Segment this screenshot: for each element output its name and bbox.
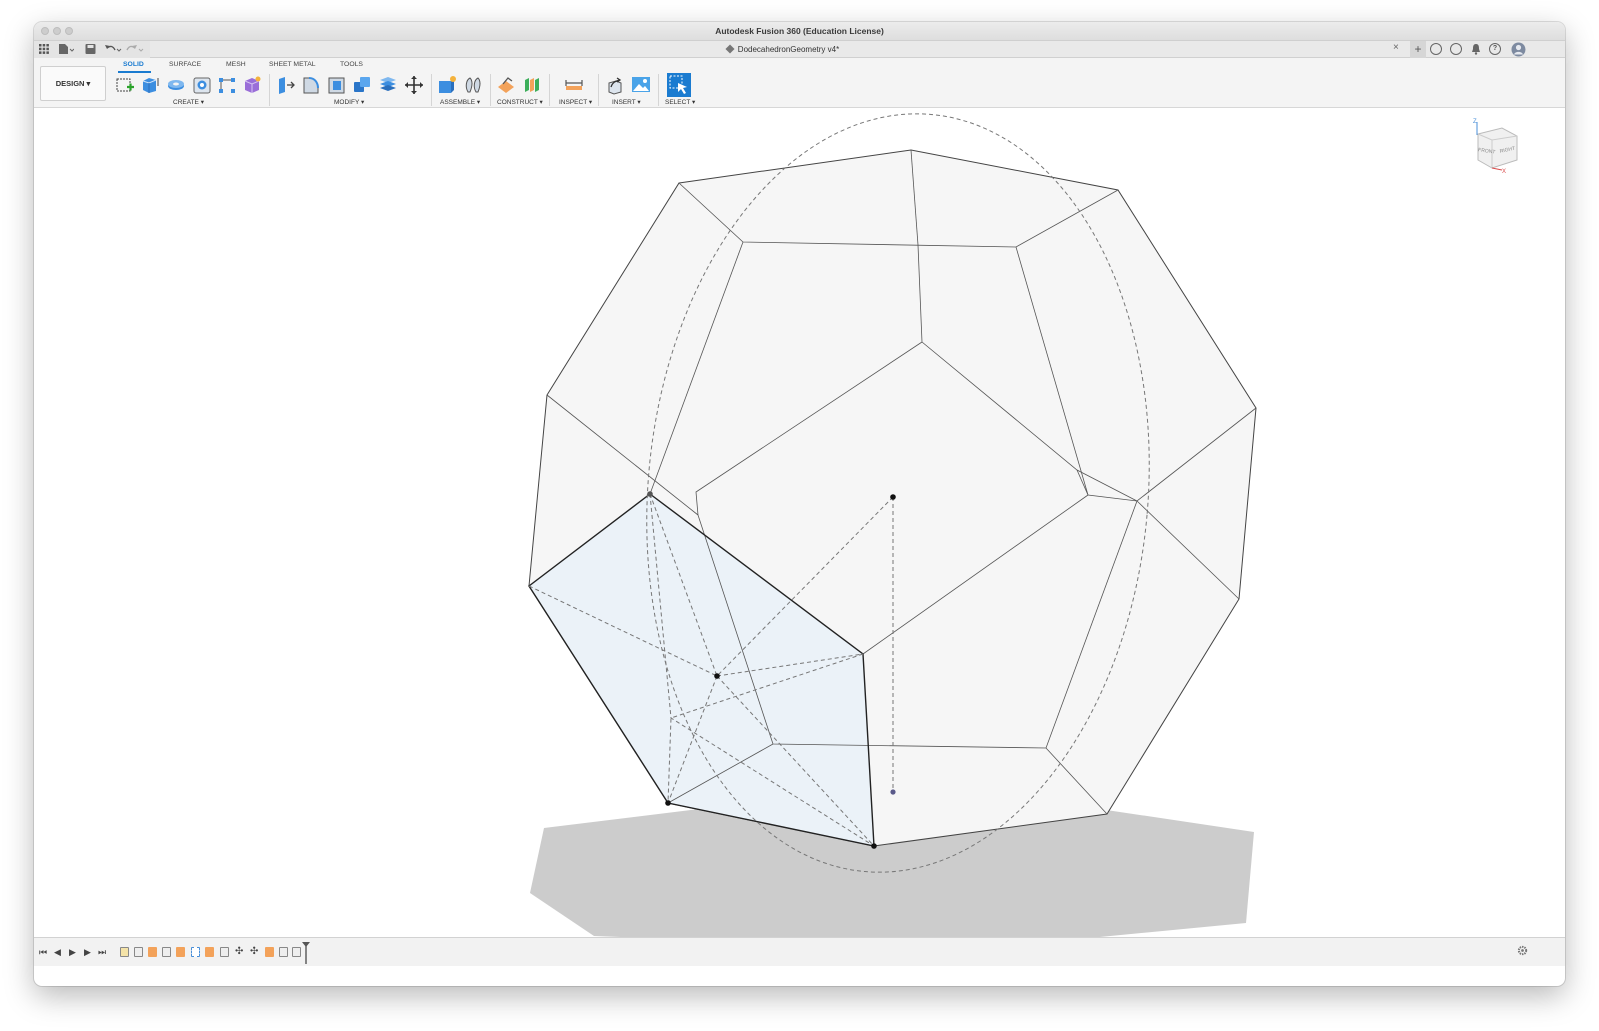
timeline-last-button[interactable]: ⏭ (98, 947, 106, 957)
tab-tools[interactable]: TOOLS (340, 61, 363, 68)
online-status-icon[interactable] (1430, 43, 1442, 55)
tab-mesh[interactable]: MESH (226, 61, 246, 68)
revolve-icon[interactable] (166, 75, 186, 95)
select-menu[interactable]: SELECT ▾ (665, 98, 695, 106)
timeline-feature[interactable] (162, 947, 171, 957)
tab-sheet-metal[interactable]: SHEET METAL (269, 61, 316, 68)
timeline-first-button[interactable]: ⏮ (39, 947, 47, 957)
insert-canvas-icon[interactable] (631, 75, 651, 95)
help-icon[interactable]: ? (1489, 43, 1501, 55)
timeline-bar: ⏮ ◀ ▶ ▶ ⏭ ✣ ✣ (34, 937, 1565, 966)
document-tab[interactable]: DodecahedronGeometry v4* (150, 41, 1415, 58)
fillet-icon[interactable] (301, 75, 321, 95)
viewcube-axis-x: X (1502, 169, 1506, 175)
ribbon-toolbar: DESIGN ▾ SOLID SURFACE MESH SHEET METAL … (34, 58, 1565, 108)
split-body-icon[interactable] (378, 75, 398, 95)
assemble-menu[interactable]: ASSEMBLE ▾ (440, 98, 480, 106)
redo-icon[interactable] (126, 43, 144, 55)
timeline-feature[interactable] (134, 947, 143, 957)
timeline-feature[interactable] (279, 947, 288, 957)
press-pull-icon[interactable] (275, 75, 295, 95)
grid-icon[interactable] (39, 43, 49, 55)
plus-icon[interactable]: + (1410, 41, 1426, 58)
bell-icon[interactable] (1470, 43, 1482, 55)
minimize-window-button[interactable] (53, 27, 61, 35)
timeline-feature[interactable] (191, 947, 200, 957)
workspace-switcher-button[interactable]: DESIGN ▾ (40, 66, 106, 101)
tab-solid[interactable]: SOLID (123, 61, 144, 68)
toolbar-separator (490, 74, 491, 106)
select-icon[interactable] (667, 73, 691, 97)
extrude-icon[interactable] (140, 75, 160, 95)
timeline-feature[interactable] (148, 947, 157, 957)
save-icon[interactable] (85, 43, 96, 55)
quick-access-bar (34, 41, 150, 58)
toolbar-separator (549, 74, 550, 106)
construct-menu[interactable]: CONSTRUCT ▾ (497, 98, 543, 106)
gear-icon[interactable] (1517, 945, 1528, 956)
viewcube-axis-z: Z (1473, 119, 1477, 125)
inspect-menu[interactable]: INSPECT ▾ (559, 98, 592, 106)
offset-plane-icon[interactable] (496, 75, 516, 95)
document-tab-bar: DodecahedronGeometry v4* × + ? (34, 41, 1565, 58)
toolbar-separator (431, 74, 432, 106)
tab-surface[interactable]: SURFACE (169, 61, 201, 68)
close-tab-icon[interactable]: × (1393, 42, 1399, 53)
file-icon[interactable] (58, 43, 74, 55)
user-avatar-icon[interactable] (1511, 42, 1526, 57)
timeline-feature[interactable] (292, 947, 301, 957)
measure-icon[interactable] (564, 75, 584, 95)
viewcube[interactable]: FRONT RIGHT Z X (1473, 119, 1518, 175)
timeline-marker-icon[interactable] (302, 942, 310, 964)
pattern-icon[interactable] (217, 75, 237, 95)
active-tab-underline (118, 71, 151, 73)
canvas-geometry[interactable]: FRONT RIGHT Z X (34, 108, 1565, 950)
timeline-move-feature-icon[interactable]: ✣ (250, 947, 258, 957)
3d-viewport[interactable]: FRONT RIGHT Z X (34, 108, 1565, 950)
combine-icon[interactable] (352, 75, 372, 95)
create-menu[interactable]: CREATE ▾ (173, 98, 204, 106)
timeline-feature[interactable] (265, 947, 274, 957)
create-sketch-icon[interactable] (115, 75, 135, 95)
toolbar-separator (658, 74, 659, 106)
joint-icon[interactable] (463, 75, 483, 95)
window-title: Autodesk Fusion 360 (Education License) (715, 26, 884, 36)
insert-derive-icon[interactable] (605, 75, 625, 95)
timeline-feature[interactable] (176, 947, 185, 957)
timeline-play-button[interactable]: ▶ (69, 947, 76, 957)
window-titlebar: Autodesk Fusion 360 (Education License) (34, 22, 1565, 41)
midplane-icon[interactable] (522, 75, 542, 95)
zoom-window-button[interactable] (65, 27, 73, 35)
modify-menu[interactable]: MODIFY ▾ (334, 98, 364, 106)
new-component-icon[interactable] (437, 75, 457, 95)
timeline-prev-button[interactable]: ◀ (54, 947, 61, 957)
job-status-icon[interactable] (1450, 43, 1462, 55)
hole-icon[interactable] (192, 75, 212, 95)
toolbar-separator (269, 74, 270, 106)
move-copy-icon[interactable] (404, 75, 424, 95)
close-window-button[interactable] (41, 27, 49, 35)
timeline-move-feature-icon[interactable]: ✣ (235, 947, 243, 957)
document-cube-icon (725, 44, 735, 54)
timeline-next-button[interactable]: ▶ (84, 947, 91, 957)
undo-icon[interactable] (104, 43, 122, 55)
app-window: Autodesk Fusion 360 (Education License) … (34, 22, 1565, 986)
document-tab-title: DodecahedronGeometry v4* (737, 45, 840, 54)
form-icon[interactable] (242, 75, 262, 95)
timeline-feature[interactable] (205, 947, 214, 957)
timeline-feature[interactable] (220, 947, 229, 957)
toolbar-separator (598, 74, 599, 106)
shell-icon[interactable] (327, 75, 347, 95)
insert-menu[interactable]: INSERT ▾ (612, 98, 641, 106)
timeline-feature[interactable] (120, 947, 129, 957)
